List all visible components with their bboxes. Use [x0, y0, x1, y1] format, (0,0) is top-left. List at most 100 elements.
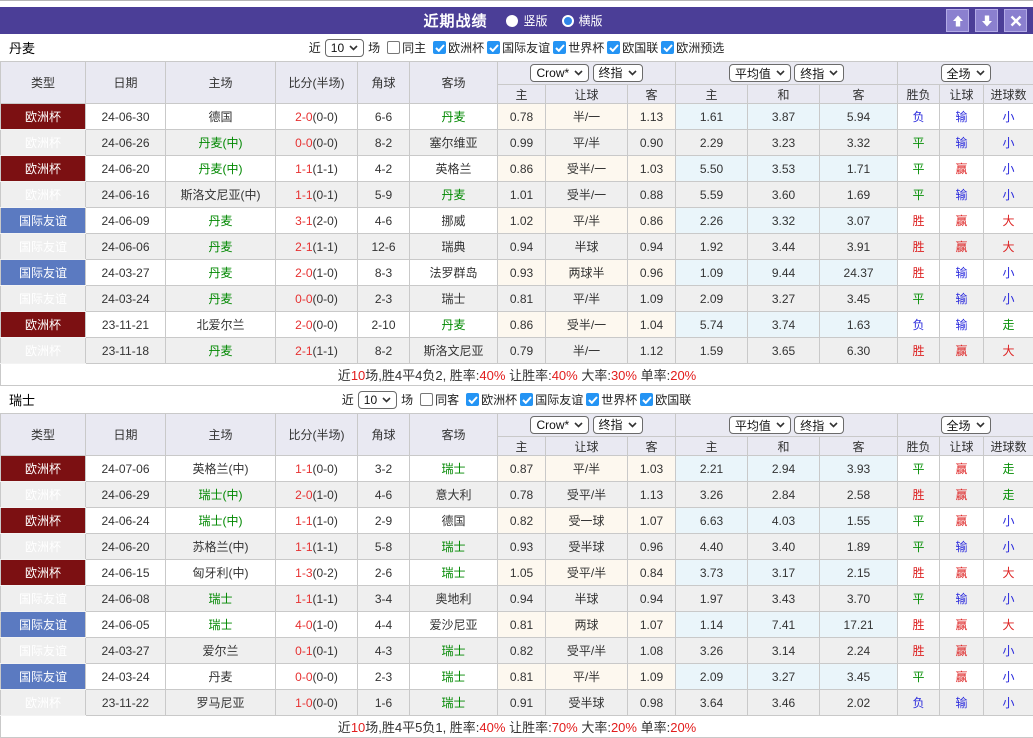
- cell-date: 24-06-09: [85, 207, 166, 234]
- cell-home-team: 瑞士(中): [165, 481, 276, 508]
- cell-handicap-away-odds: 0.96: [626, 533, 677, 560]
- cell-avg-draw-odds: 3.14: [747, 637, 821, 664]
- cell-result-outcome: 负: [897, 689, 941, 716]
- same-venue-checkbox[interactable]: 同主: [387, 39, 426, 56]
- cell-score: 1-1(1-0): [275, 507, 358, 534]
- move-down-button[interactable]: [975, 9, 998, 32]
- cell-result-outcome: 负: [897, 103, 941, 130]
- competition-checkbox[interactable]: 欧洲杯: [466, 391, 517, 408]
- bookmaker-select[interactable]: Crow*: [530, 416, 590, 435]
- cell-away-team: 丹麦: [409, 181, 498, 208]
- cell-avg-draw-odds: 3.53: [747, 155, 821, 182]
- competition-checkbox[interactable]: 世界杯: [553, 39, 604, 56]
- cell-handicap-line: 半/一: [545, 337, 628, 364]
- cell-avg-draw-odds: 3.87: [747, 103, 821, 130]
- cell-date: 24-03-27: [85, 637, 166, 664]
- result-group-header: 全场: [897, 61, 1033, 85]
- col-corners: 角球: [357, 61, 410, 104]
- cell-avg-away-odds: 2.58: [819, 481, 899, 508]
- col-away: 客场: [409, 61, 498, 104]
- cell-avg-away-odds: 2.02: [819, 689, 899, 716]
- checkbox-icon: [607, 41, 621, 54]
- cell-result-goals: 大: [983, 207, 1033, 234]
- cell-handicap-line: 两球: [545, 611, 628, 638]
- cell-date: 24-06-15: [85, 559, 166, 586]
- cell-competition: 国际友谊: [0, 663, 86, 690]
- match-scope-select[interactable]: 全场: [940, 416, 991, 434]
- same-venue-checkbox[interactable]: 同客: [420, 391, 459, 408]
- radio-vertical-layout[interactable]: 竖版: [506, 12, 548, 29]
- cell-home-team: 北爱尔兰: [165, 311, 276, 338]
- cell-date: 24-07-06: [85, 455, 166, 482]
- match-count-select[interactable]: 10: [357, 390, 398, 409]
- cell-avg-home-odds: 1.61: [675, 103, 749, 130]
- competition-checkbox[interactable]: 国际友谊: [520, 391, 583, 408]
- checkbox-icon: [553, 41, 567, 54]
- move-up-button[interactable]: [946, 9, 969, 32]
- competition-checkbox[interactable]: 国际友谊: [487, 39, 550, 56]
- cell-result-goals: 小: [983, 129, 1033, 156]
- cell-corners: 1-6: [357, 689, 410, 716]
- cell-away-team: 瑞士: [409, 533, 498, 560]
- cell-handicap-away-odds: 0.94: [626, 585, 677, 612]
- cell-result-outcome: 胜: [897, 233, 941, 260]
- cell-home-team: 瑞士(中): [165, 507, 276, 534]
- cell-date: 23-11-22: [85, 689, 166, 716]
- summary-text: 近10场,胜4平5负1, 胜率:40% 让胜率:70% 大率:20% 单率:20…: [337, 720, 697, 735]
- match-count-value: 10: [330, 40, 345, 55]
- competition-label: 世界杯: [601, 393, 638, 407]
- radio-horizontal-layout[interactable]: 横版: [561, 12, 603, 29]
- cell-result-goals: 小: [983, 689, 1033, 716]
- cell-result-handicap: 赢: [939, 481, 985, 508]
- cell-avg-away-odds: 3.91: [819, 233, 899, 260]
- team-name: 丹麦: [9, 41, 36, 56]
- cell-result-goals: 小: [983, 155, 1033, 182]
- cell-avg-home-odds: 5.50: [675, 155, 749, 182]
- radio-vertical-label: 竖版: [523, 14, 548, 28]
- cell-handicap-home-odds: 0.94: [497, 233, 546, 260]
- checkbox-icon: [387, 41, 401, 54]
- cell-handicap-away-odds: 0.84: [626, 559, 677, 586]
- average-select[interactable]: 平均值: [728, 64, 791, 82]
- check-icon: [554, 43, 565, 52]
- cell-home-team: 英格兰(中): [165, 455, 276, 482]
- check-icon: [467, 395, 478, 404]
- bookmaker-select[interactable]: Crow*: [530, 64, 590, 83]
- final-odds-select-2[interactable]: 终指: [794, 416, 845, 434]
- match-scope-select[interactable]: 全场: [940, 64, 991, 82]
- final-odds-select-2[interactable]: 终指: [794, 64, 845, 82]
- col-result-outcome: 胜负: [897, 84, 941, 104]
- cell-avg-home-odds: 1.09: [675, 259, 749, 286]
- match-rows: 欧洲杯 24-06-30 德国 2-0(0-0) 6-6 丹麦 0.78 半/一 1.13 1.6…: [0, 103, 1033, 364]
- match-count-select[interactable]: 10: [324, 38, 365, 57]
- cell-handicap-line: 受半/一: [545, 155, 628, 182]
- cell-handicap-line: 平/半: [545, 207, 628, 234]
- competition-checkbox[interactable]: 欧洲杯: [433, 39, 484, 56]
- competition-checkbox[interactable]: 欧洲预选: [661, 39, 724, 56]
- final-odds-select[interactable]: 终指: [592, 63, 643, 82]
- final-odds-select[interactable]: 终指: [592, 415, 643, 434]
- col-avg-away: 客: [819, 84, 899, 104]
- cell-avg-draw-odds: 7.41: [747, 611, 821, 638]
- same-venue-label: 同主: [402, 41, 427, 55]
- competition-label: 世界杯: [568, 41, 605, 55]
- chevron-down-icon: [829, 422, 838, 428]
- cell-competition: 欧洲杯: [0, 689, 86, 716]
- cell-handicap-line: 平/半: [545, 129, 628, 156]
- cell-result-outcome: 胜: [897, 259, 941, 286]
- cell-result-handicap: 输: [939, 533, 985, 560]
- competition-checkbox[interactable]: 欧国联: [640, 391, 691, 408]
- competition-checkbox[interactable]: 欧国联: [607, 39, 658, 56]
- cell-result-goals: 小: [983, 259, 1033, 286]
- col-handicap-line: 让球: [545, 84, 628, 104]
- close-button[interactable]: [1004, 9, 1027, 32]
- cell-corners: 2-3: [357, 663, 410, 690]
- cell-home-team: 瑞士: [165, 585, 276, 612]
- cell-avg-draw-odds: 3.23: [747, 129, 821, 156]
- cell-result-handicap: 输: [939, 285, 985, 312]
- cell-avg-home-odds: 5.74: [675, 311, 749, 338]
- cell-away-team: 英格兰: [409, 155, 498, 182]
- average-select[interactable]: 平均值: [728, 416, 791, 434]
- cell-date: 24-03-24: [85, 285, 166, 312]
- competition-checkbox[interactable]: 世界杯: [586, 391, 637, 408]
